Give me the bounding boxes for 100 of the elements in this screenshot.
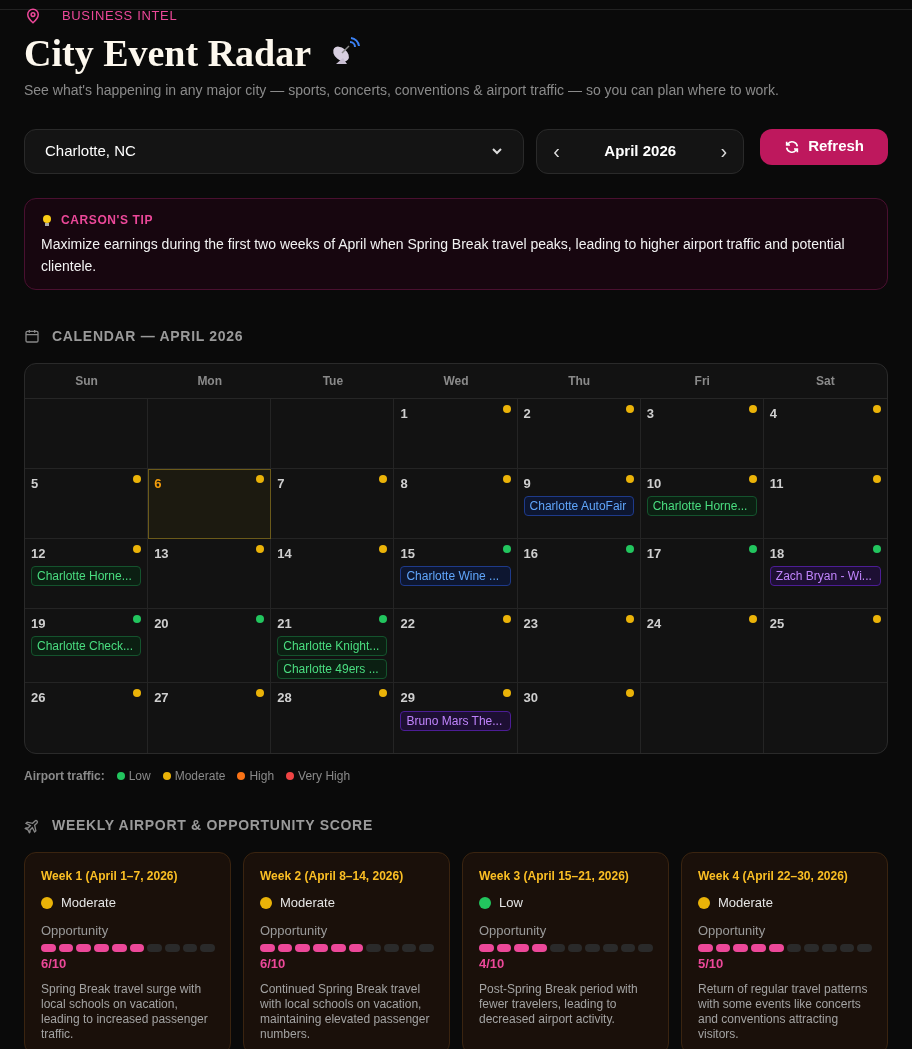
calendar-heading: CALENDAR — APRIL 2026 xyxy=(52,326,244,346)
day-cell[interactable]: 7 xyxy=(271,468,395,539)
day-number: 8 xyxy=(400,474,408,493)
refresh-icon xyxy=(784,138,801,155)
day-cell[interactable]: 15 Charlotte Wine ... xyxy=(394,538,518,609)
traffic-label: Moderate xyxy=(61,894,116,912)
day-cell[interactable]: 14 xyxy=(271,538,395,609)
day-number: 26 xyxy=(31,689,46,707)
day-cell[interactable]: 1 xyxy=(394,398,518,469)
day-number: 1 xyxy=(400,404,408,423)
day-number: 5 xyxy=(31,474,39,493)
weekday-header: Tue xyxy=(321,372,345,390)
week-description: Post-Spring Break period with fewer travelers, leading to decreased airport activity. xyxy=(479,981,639,1027)
day-number: 7 xyxy=(277,474,285,493)
day-cell[interactable]: 17 xyxy=(640,538,764,609)
weekday-header: Wed xyxy=(442,372,470,390)
next-month-button[interactable]: › xyxy=(720,141,728,161)
week-title: Week 2 (April 8–14, 2026) xyxy=(260,868,405,885)
day-cell[interactable]: 3 xyxy=(640,398,764,469)
day-number: 27 xyxy=(154,689,169,707)
event-chip[interactable]: Zach Bryan - Wi... xyxy=(769,566,881,586)
day-number: 18 xyxy=(769,544,785,563)
opportunity-score: 6/10 xyxy=(260,955,287,973)
day-number: 24 xyxy=(646,614,662,633)
day-number: 16 xyxy=(523,544,539,563)
day-cell[interactable]: 16 xyxy=(517,538,641,609)
eyebrow-label: BUSINESS INTEL xyxy=(62,7,178,25)
day-number: 10 xyxy=(646,474,662,493)
week-title: Week 4 (April 22–30, 2026) xyxy=(698,868,849,885)
day-cell[interactable]: 20 xyxy=(148,608,272,683)
weekday-header: Sat xyxy=(815,372,836,390)
day-number: 28 xyxy=(277,689,292,707)
day-cell[interactable]: 9 Charlotte AutoFair xyxy=(517,468,641,539)
day-cell[interactable]: 30 xyxy=(517,683,641,753)
day-cell[interactable]: 10 Charlotte Horne... xyxy=(640,468,764,539)
event-chip[interactable]: Bruno Mars The... xyxy=(400,710,511,731)
week-description: Spring Break travel surge with local schools on vacation, leading to increased passenger traffic. xyxy=(41,981,209,1042)
day-number: 13 xyxy=(154,544,169,563)
day-number: 30 xyxy=(523,689,539,707)
legend-label: Airport traffic: xyxy=(24,768,105,785)
day-number: 3 xyxy=(646,404,654,423)
day-cell[interactable]: 27 xyxy=(148,683,272,753)
day-number: 4 xyxy=(769,404,778,423)
calendar-icon xyxy=(24,328,40,344)
day-cell[interactable]: 21 Charlotte Knight... Charlotte 49ers ... xyxy=(271,608,395,683)
legend-label: Very High xyxy=(298,768,351,785)
opportunity-score: 4/10 xyxy=(479,955,506,973)
opportunity-label: Opportunity xyxy=(698,921,767,940)
day-cell[interactable]: 23 xyxy=(517,608,641,683)
day-cell[interactable]: 19 Charlotte Check... xyxy=(25,608,149,683)
week-description: Return of regular travel patterns with some events like concerts and conventions attracting visitors. xyxy=(698,981,869,1042)
weekday-header: Mon xyxy=(196,372,224,390)
traffic-label: Moderate xyxy=(280,894,335,912)
day-cell[interactable]: 26 xyxy=(25,683,149,753)
day-cell[interactable]: 18 Zach Bryan - Wi... xyxy=(763,538,887,609)
day-cell[interactable]: 13 xyxy=(148,538,272,609)
opportunity-label: Opportunity xyxy=(479,921,548,940)
day-cell[interactable]: 4 xyxy=(763,398,887,469)
event-chip[interactable]: Charlotte Knight... xyxy=(277,636,388,656)
day-number: 29 xyxy=(400,689,415,707)
day-number: 11 xyxy=(769,474,784,493)
city-select[interactable]: Charlotte, NC xyxy=(24,128,525,174)
day-number: 17 xyxy=(646,544,662,563)
event-chip[interactable]: Charlotte 49ers ... xyxy=(277,659,388,679)
previous-month-button[interactable]: ‹ xyxy=(553,141,560,161)
day-number: 6 xyxy=(154,474,162,493)
day-cell[interactable]: 29 Bruno Mars The... xyxy=(394,683,518,753)
day-cell[interactable]: 2 xyxy=(517,398,641,469)
day-number: 2 xyxy=(523,404,531,423)
weekday-header: Thu xyxy=(567,372,592,390)
opportunity-score: 5/10 xyxy=(698,955,725,973)
weekly-heading: WEEKLY AIRPORT & OPPORTUNITY SCORE xyxy=(52,816,373,835)
day-cell[interactable]: 11 xyxy=(763,468,887,539)
legend-label: Moderate xyxy=(174,768,226,785)
event-chip[interactable]: Charlotte Wine ... xyxy=(400,566,511,586)
legend-label: Low xyxy=(128,768,151,785)
day-cell[interactable]: 6 xyxy=(148,468,272,539)
day-cell[interactable]: 8 xyxy=(394,468,518,539)
airplane-icon xyxy=(24,817,40,834)
lightbulb-icon xyxy=(41,213,53,226)
event-chip[interactable]: Charlotte Horne... xyxy=(646,496,757,516)
event-chip[interactable]: Charlotte Horne... xyxy=(31,566,142,586)
day-cell[interactable]: 12 Charlotte Horne... xyxy=(25,538,149,609)
opportunity-score: 6/10 xyxy=(41,955,68,973)
day-cell[interactable]: 25 xyxy=(763,608,887,683)
traffic-label: Moderate xyxy=(718,894,773,912)
event-chip[interactable]: Charlotte AutoFair xyxy=(523,496,634,516)
opportunity-label: Opportunity xyxy=(260,921,329,940)
day-number: 20 xyxy=(154,614,169,633)
day-cell[interactable]: 24 xyxy=(640,608,764,683)
event-chip[interactable]: Charlotte Check... xyxy=(31,636,142,656)
chevron-down-icon xyxy=(491,145,504,157)
opportunity-label: Opportunity xyxy=(41,921,110,940)
tip-label: CARSON'S TIP xyxy=(61,211,154,229)
day-cell[interactable]: 22 xyxy=(394,608,518,683)
day-number: 21 xyxy=(277,614,292,633)
day-cell[interactable]: 28 xyxy=(271,683,395,753)
refresh-button[interactable]: Refresh xyxy=(760,128,888,165)
weekday-header: Sun xyxy=(74,372,99,390)
day-number: 14 xyxy=(277,544,292,563)
